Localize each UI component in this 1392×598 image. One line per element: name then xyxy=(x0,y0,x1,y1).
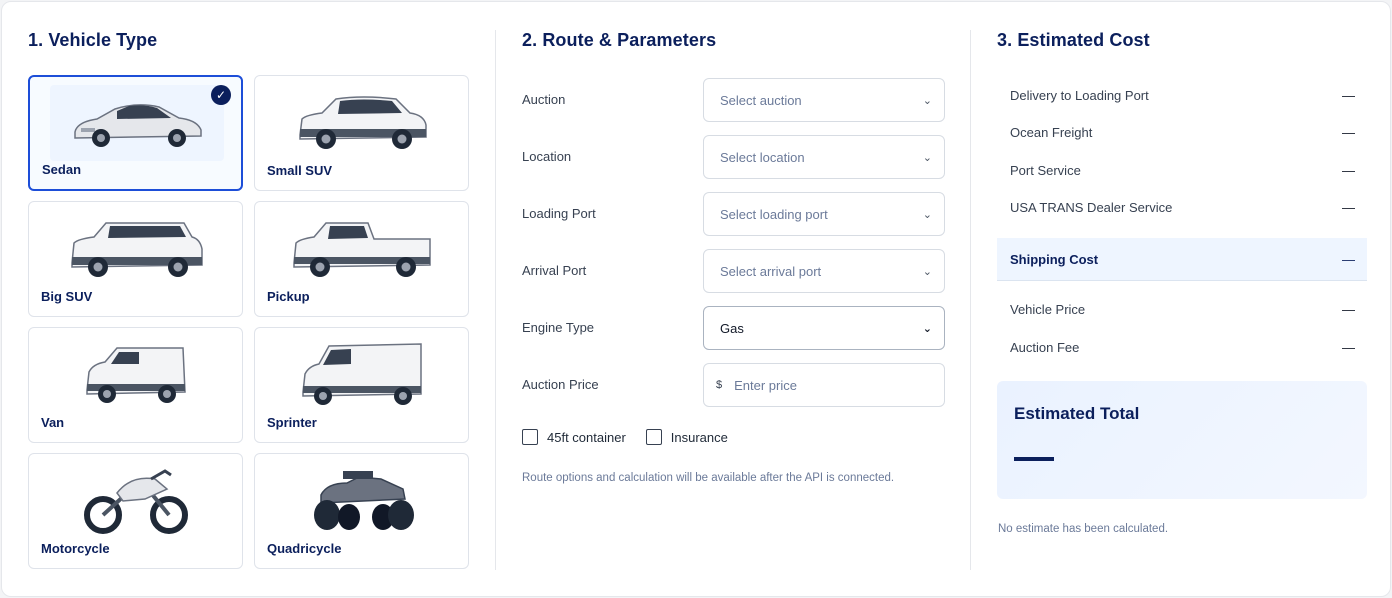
loading-port-select[interactable]: Select loading port ⌄ xyxy=(703,192,945,236)
arrival-port-label: Arrival Port xyxy=(522,263,587,278)
vehicle-label: Big SUV xyxy=(41,289,93,304)
auction-label: Auction xyxy=(522,92,566,107)
vehicle-label: Sedan xyxy=(42,162,82,177)
cost-row-label: Auction Fee xyxy=(1010,339,1080,355)
chevron-down-icon: ⌄ xyxy=(922,151,932,164)
cost-row-label: Delivery to Loading Port xyxy=(1010,87,1149,103)
engine-type-label: Engine Type xyxy=(522,320,595,335)
dollar-prefix: $ xyxy=(716,379,723,391)
vehicle-option-van[interactable]: Van xyxy=(28,327,243,443)
vehicle-option-quadricycle[interactable]: Quadricycle xyxy=(254,453,469,569)
van-icon xyxy=(49,336,223,412)
arrival-port-field-row: Arrival Port Select arrival port ⌄ xyxy=(522,249,946,293)
cost-row-label: USA TRANS Dealer Service xyxy=(1010,199,1173,215)
checkbox-box[interactable] xyxy=(522,429,538,445)
vehicle-label: Small SUV xyxy=(267,163,333,178)
auction-price-label: Auction Price xyxy=(522,377,599,392)
route-parameters-section: 2. Route & Parameters Auction Select auc… xyxy=(522,2,946,596)
cost-row-dealer-service: USA TRANS Dealer Service — xyxy=(997,197,1367,217)
container-45ft-checkbox[interactable]: 45ft container xyxy=(522,429,626,445)
estimate-status: No estimate has been calculated. xyxy=(998,523,1169,535)
vehicle-option-small-suv[interactable]: Small SUV xyxy=(254,75,469,191)
vehicle-label: Van xyxy=(41,415,65,430)
cost-row-value: — xyxy=(1342,339,1355,355)
vehicle-label: Motorcycle xyxy=(41,541,110,556)
auction-field-row: Auction Select auction ⌄ xyxy=(522,78,946,122)
chevron-down-icon: ⌄ xyxy=(922,322,932,335)
checkbox-label: 45ft container xyxy=(547,429,626,445)
pickup-icon xyxy=(275,210,449,286)
shipping-cost-row: Shipping Cost — xyxy=(997,238,1367,281)
quadricycle-icon xyxy=(275,462,449,538)
cost-row-label: Vehicle Price xyxy=(1010,301,1086,317)
column-divider xyxy=(970,30,971,570)
shipping-cost-label: Shipping Cost xyxy=(1010,251,1099,267)
chevron-down-icon: ⌄ xyxy=(922,265,932,278)
checkbox-label: Insurance xyxy=(670,429,728,445)
engine-type-field-row: Engine Type Gas ⌄ xyxy=(522,306,946,350)
cost-row-auction-fee: Auction Fee — xyxy=(997,337,1367,357)
cost-row-label: Port Service xyxy=(1010,162,1081,178)
auction-price-placeholder: Enter price xyxy=(734,377,797,393)
checkbox-box[interactable] xyxy=(645,429,662,445)
cost-row-value: — xyxy=(1342,301,1355,317)
cost-row-port-service: Port Service — xyxy=(997,160,1367,180)
loading-port-placeholder: Select loading port xyxy=(720,206,828,222)
motorcycle-icon xyxy=(49,462,223,538)
sprinter-icon xyxy=(275,336,449,412)
vehicle-label: Quadricycle xyxy=(267,541,342,556)
cost-row-value: — xyxy=(1342,199,1355,215)
auction-placeholder: Select auction xyxy=(720,92,802,108)
estimated-total-value: — xyxy=(1014,457,1054,461)
auction-price-field-row: Auction Price $ Enter price xyxy=(522,363,946,407)
cost-calculator-card: 1. Vehicle Type ✓ Sedan Small SUV Big SU… xyxy=(1,1,1391,597)
chevron-down-icon: ⌄ xyxy=(922,208,932,221)
estimated-total-panel: Estimated Total — xyxy=(997,381,1367,499)
sedan-icon xyxy=(50,85,224,161)
arrival-port-placeholder: Select arrival port xyxy=(720,263,822,279)
checkmark-icon: ✓ xyxy=(211,85,231,105)
location-placeholder: Select location xyxy=(720,149,805,165)
cost-row-label: Ocean Freight xyxy=(1010,124,1093,140)
vehicle-label: Pickup xyxy=(267,289,310,304)
estimated-cost-section: 3. Estimated Cost Delivery to Loading Po… xyxy=(997,2,1367,596)
column-divider xyxy=(495,30,496,570)
cost-row-value: — xyxy=(1342,87,1355,103)
cost-row-value: — xyxy=(1342,162,1355,178)
engine-type-select[interactable]: Gas ⌄ xyxy=(703,306,945,350)
vehicle-option-sedan[interactable]: ✓ Sedan xyxy=(28,75,243,191)
location-select[interactable]: Select location ⌄ xyxy=(703,135,945,179)
loading-port-field-row: Loading Port Select loading port ⌄ xyxy=(522,192,946,236)
vehicle-option-motorcycle[interactable]: Motorcycle xyxy=(28,453,243,569)
vehicle-label: Sprinter xyxy=(267,415,317,430)
section-title-vehicle: 1. Vehicle Type xyxy=(28,30,158,50)
section-title-cost: 3. Estimated Cost xyxy=(997,30,1150,50)
vehicle-type-section: 1. Vehicle Type ✓ Sedan Small SUV Big SU… xyxy=(28,2,470,596)
location-label: Location xyxy=(522,149,572,164)
api-note: Route options and calculation will be av… xyxy=(522,472,895,484)
cost-row-delivery: Delivery to Loading Port — xyxy=(997,85,1367,105)
vehicle-option-sprinter[interactable]: Sprinter xyxy=(254,327,469,443)
engine-type-value: Gas xyxy=(720,320,744,336)
cost-row-ocean-freight: Ocean Freight — xyxy=(997,122,1367,142)
small-suv-icon xyxy=(275,84,449,160)
arrival-port-select[interactable]: Select arrival port ⌄ xyxy=(703,249,945,293)
vehicle-option-pickup[interactable]: Pickup xyxy=(254,201,469,317)
cost-row-value: — xyxy=(1342,124,1355,140)
shipping-cost-value: — xyxy=(1342,251,1355,267)
vehicle-option-big-suv[interactable]: Big SUV xyxy=(28,201,243,317)
loading-port-label: Loading Port xyxy=(522,206,596,221)
cost-row-vehicle-price: Vehicle Price — xyxy=(997,299,1367,319)
auction-price-input[interactable]: $ Enter price xyxy=(703,363,945,407)
options-checkboxes: 45ft container Insurance xyxy=(522,429,748,445)
estimated-total-label: Estimated Total xyxy=(1014,404,1140,423)
section-title-route: 2. Route & Parameters xyxy=(522,30,717,50)
location-field-row: Location Select location ⌄ xyxy=(522,135,946,179)
auction-select[interactable]: Select auction ⌄ xyxy=(703,78,945,122)
big-suv-icon xyxy=(49,210,223,286)
insurance-checkbox[interactable]: Insurance xyxy=(645,429,728,445)
chevron-down-icon: ⌄ xyxy=(922,94,932,107)
